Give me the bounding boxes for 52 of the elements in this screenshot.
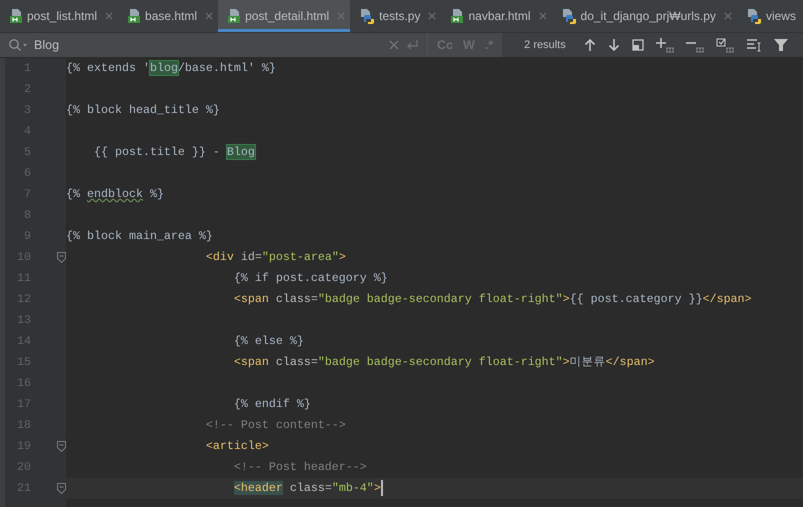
close-icon[interactable] <box>389 40 399 50</box>
editor-tab[interactable]: post_detail.html <box>218 0 350 32</box>
code-line: {% endif %} <box>232 397 311 411</box>
window-icon[interactable] <box>632 39 644 51</box>
close-icon[interactable] <box>105 12 114 20</box>
html-file-icon <box>227 8 242 24</box>
select-all-icon[interactable] <box>716 37 734 53</box>
results-count: 2 results <box>524 38 566 53</box>
editor-tab[interactable]: navbar.html <box>441 0 552 32</box>
add-selection-icon[interactable] <box>656 37 674 53</box>
close-icon[interactable] <box>428 12 436 20</box>
code-line: <span class="badge badge-secondary float-right">{{ post.category }}</span> <box>232 292 752 306</box>
code-line: {% else %} <box>232 334 304 348</box>
search-field[interactable]: Blog <box>0 33 427 57</box>
code-line: <header class="mb-4"> <box>232 481 381 495</box>
code-line: <!-- Post content--> <box>204 418 346 432</box>
code-line: {% block head_title %} <box>66 103 220 117</box>
python-file-icon <box>560 8 577 24</box>
code-line: <article> <box>204 439 269 453</box>
python-file-icon <box>359 8 376 24</box>
close-icon[interactable] <box>205 12 214 20</box>
editor-tab[interactable]: post_list.html <box>0 0 118 32</box>
html-file-icon <box>450 8 464 24</box>
code-line: <!-- Post header--> <box>232 460 367 474</box>
code-line: <span class="badge badge-secondary float-right">미분류</span> <box>232 355 655 369</box>
fold-icon[interactable] <box>57 483 66 494</box>
filter-icon[interactable] <box>774 38 788 52</box>
search-icon[interactable] <box>8 38 28 52</box>
close-icon[interactable] <box>538 12 547 20</box>
html-file-icon <box>9 8 23 24</box>
editor-tab[interactable]: tests.py <box>350 0 442 32</box>
newline-icon[interactable] <box>405 39 419 51</box>
code-line: {% if post.category %} <box>232 271 388 285</box>
close-icon[interactable] <box>337 12 346 20</box>
code-line: {% endblock %} <box>66 187 164 201</box>
search-input[interactable]: Blog <box>34 36 364 54</box>
editor-tab[interactable]: base.html <box>118 0 218 32</box>
code-line: {% block main_area %} <box>66 229 213 243</box>
code-line: {{ post.title }} - Blog <box>92 145 255 159</box>
arrow-down-icon[interactable] <box>608 38 620 52</box>
html-file-icon <box>127 8 142 24</box>
code-line: {% extends 'blog/base.html' %} <box>66 61 276 75</box>
text-cursor <box>380 480 383 496</box>
fold-icon[interactable] <box>57 252 66 263</box>
code-line: <div id="post-area"> <box>204 250 346 264</box>
close-icon[interactable] <box>724 12 732 20</box>
arrow-up-icon[interactable] <box>584 38 596 52</box>
options-icon[interactable] <box>746 38 762 52</box>
editor-tab[interactable]: views <box>736 0 801 32</box>
python-file-icon <box>746 8 762 24</box>
editor-tab[interactable]: do_it_django_prj₩urls.py <box>552 0 737 32</box>
fold-icon[interactable] <box>57 441 66 452</box>
